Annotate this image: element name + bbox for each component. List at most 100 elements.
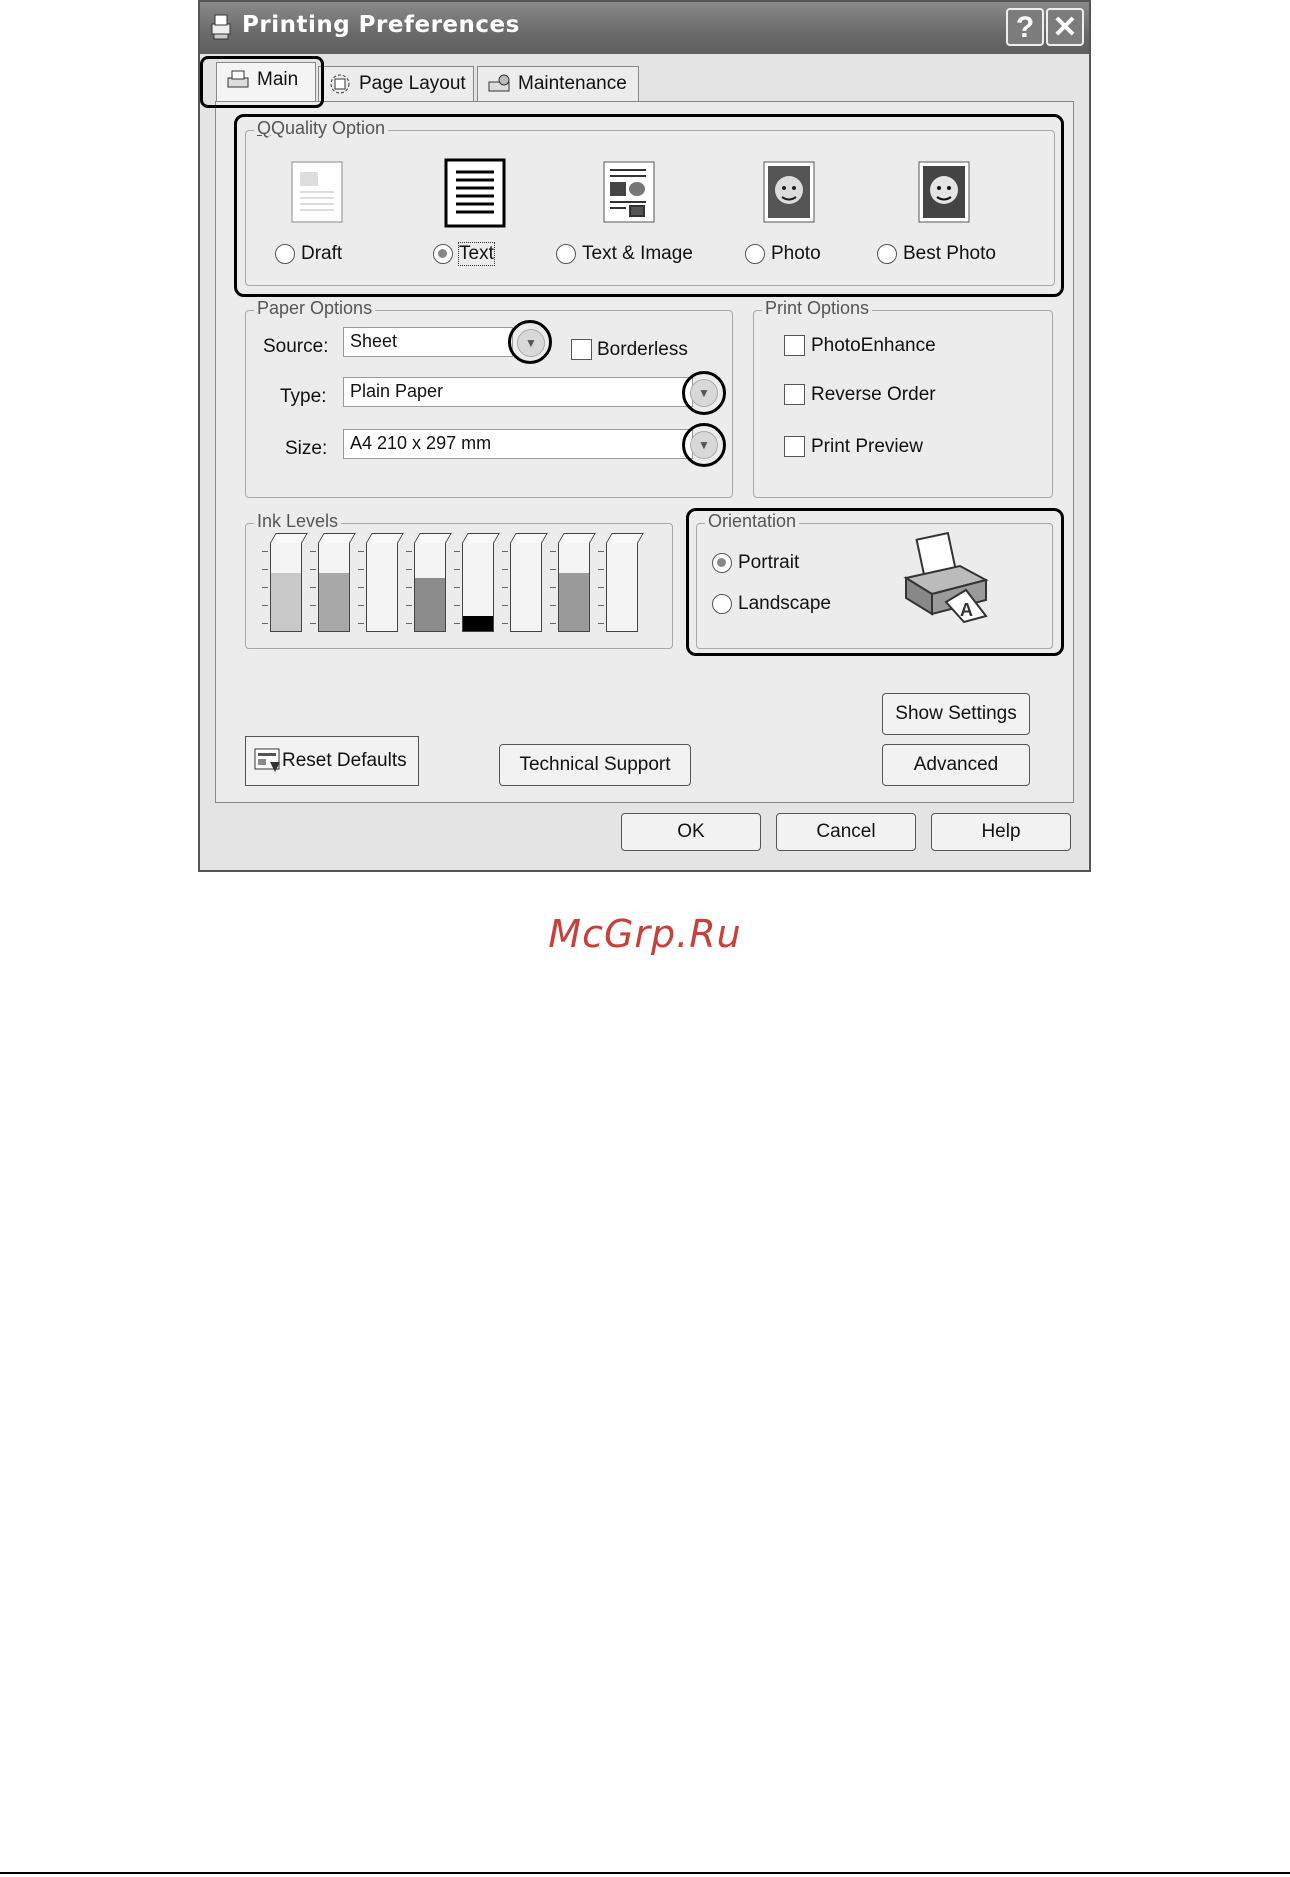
ink-scale-tick	[406, 623, 412, 624]
help-button[interactable]: Help	[931, 813, 1071, 851]
close-icon[interactable]: ✕	[1046, 8, 1084, 46]
ink-scale-tick	[310, 569, 316, 570]
reverse-order-checkbox[interactable]	[784, 384, 805, 405]
page-bottom-rule	[0, 1872, 1290, 1874]
ink-scale-tick	[358, 587, 364, 588]
ink-scale-tick	[550, 587, 556, 588]
photo-radio[interactable]	[745, 244, 765, 264]
svg-text:A: A	[960, 600, 973, 620]
text-and-image-radio[interactable]	[556, 244, 576, 264]
best-photo-quality-icon	[918, 161, 970, 223]
ink-cartridge-cap	[366, 533, 404, 543]
tab-page-layout-label: Page Layout	[359, 73, 466, 94]
source-select[interactable]: Sheet	[343, 327, 513, 357]
source-label: Source:	[263, 336, 329, 357]
print-preview-checkbox[interactable]	[784, 436, 805, 457]
ink-cartridge-1	[262, 533, 308, 632]
borderless-label[interactable]: Borderless	[597, 339, 688, 361]
ink-scale-tick	[310, 551, 316, 552]
ink-cartridge-7	[550, 533, 596, 632]
printer-icon	[211, 14, 231, 40]
size-dropdown-callout	[682, 423, 726, 467]
ink-scale-tick	[310, 605, 316, 606]
help-icon[interactable]: ?	[1006, 8, 1044, 46]
ink-cartridge-cap	[606, 533, 644, 543]
ink-scale-tick	[454, 569, 460, 570]
type-dropdown-callout	[682, 371, 726, 415]
orientation-label: Orientation	[705, 511, 800, 532]
ink-cartridge-5	[454, 533, 500, 632]
advanced-button[interactable]: Advanced	[882, 744, 1030, 786]
photoenhance-label[interactable]: PhotoEnhance	[811, 335, 936, 357]
page-layout-icon	[330, 74, 350, 94]
window-title: Printing Preferences	[242, 12, 520, 38]
ink-cartridge-3	[358, 533, 404, 632]
portrait-radio[interactable]	[712, 553, 732, 573]
show-settings-button[interactable]: Show Settings	[882, 693, 1030, 735]
source-dropdown-callout	[508, 320, 552, 364]
ink-scale-tick	[550, 623, 556, 624]
photo-label[interactable]: Photo	[771, 243, 821, 265]
landscape-label[interactable]: Landscape	[738, 593, 831, 615]
text-and-image-label[interactable]: Text & Image	[582, 243, 693, 265]
print-preview-label[interactable]: Print Preview	[811, 436, 923, 458]
ink-level-fill	[271, 573, 301, 631]
ink-scale-tick	[406, 569, 412, 570]
text-label[interactable]: Text	[458, 242, 495, 266]
ink-scale-tick	[406, 605, 412, 606]
ink-cartridge-6	[502, 533, 548, 632]
size-label: Size:	[285, 438, 328, 459]
ink-scale-tick	[550, 551, 556, 552]
ink-scale-tick	[262, 587, 268, 588]
reverse-order-label[interactable]: Reverse Order	[811, 384, 936, 406]
ink-level-fill	[415, 578, 445, 631]
ink-scale-tick	[310, 623, 316, 624]
ink-scale-tick	[550, 569, 556, 570]
ink-level-fill	[463, 616, 493, 631]
ok-button[interactable]: OK	[621, 813, 761, 851]
ink-scale-tick	[358, 569, 364, 570]
tab-main-label: Main	[257, 69, 299, 90]
ink-scale-tick	[598, 569, 604, 570]
ink-scale-tick	[550, 605, 556, 606]
draft-label[interactable]: Draft	[301, 243, 342, 265]
best-photo-radio[interactable]	[877, 244, 897, 264]
tab-main[interactable]: Main	[216, 62, 316, 104]
text-radio[interactable]	[433, 244, 453, 264]
ink-scale-tick	[502, 623, 508, 624]
technical-support-button[interactable]: Technical Support	[499, 744, 691, 786]
maintenance-icon	[488, 74, 510, 92]
tab-page-layout[interactable]: Page Layout	[318, 66, 474, 102]
type-select[interactable]: Plain Paper	[343, 377, 693, 407]
ink-scale-tick	[598, 587, 604, 588]
ink-scale-tick	[502, 587, 508, 588]
reset-defaults-button[interactable]: Reset Defaults	[245, 736, 419, 786]
ink-scale-tick	[502, 551, 508, 552]
cancel-button[interactable]: Cancel	[776, 813, 916, 851]
text-and-image-quality-icon	[603, 161, 655, 223]
ink-scale-tick	[358, 605, 364, 606]
tab-maintenance[interactable]: Maintenance	[477, 66, 639, 102]
size-select[interactable]: A4 210 x 297 mm	[343, 429, 693, 459]
type-label: Type:	[280, 386, 327, 407]
ink-cartridge-cap	[414, 533, 452, 543]
landscape-radio[interactable]	[712, 594, 732, 614]
title-bar[interactable]: Printing Preferences ? ✕	[200, 2, 1089, 54]
draft-radio[interactable]	[275, 244, 295, 264]
ink-scale-tick	[598, 551, 604, 552]
best-photo-label[interactable]: Best Photo	[903, 243, 996, 265]
photo-quality-icon	[763, 161, 815, 223]
portrait-label[interactable]: Portrait	[738, 552, 799, 574]
photoenhance-checkbox[interactable]	[784, 335, 805, 356]
ink-cartridge-cap	[558, 533, 596, 543]
ink-cartridge-2	[310, 533, 356, 632]
ink-level-fill	[559, 573, 589, 631]
reset-defaults-label: Reset Defaults	[282, 750, 407, 771]
ink-scale-tick	[406, 587, 412, 588]
ink-cartridge-cap	[510, 533, 548, 543]
paper-options-label: Paper Options	[254, 298, 376, 319]
borderless-checkbox[interactable]	[571, 339, 592, 360]
printing-preferences-window: Printing Preferences ? ✕ Main Page Layou…	[198, 0, 1091, 872]
ink-scale-tick	[358, 623, 364, 624]
ink-levels-label: Ink Levels	[254, 511, 342, 532]
